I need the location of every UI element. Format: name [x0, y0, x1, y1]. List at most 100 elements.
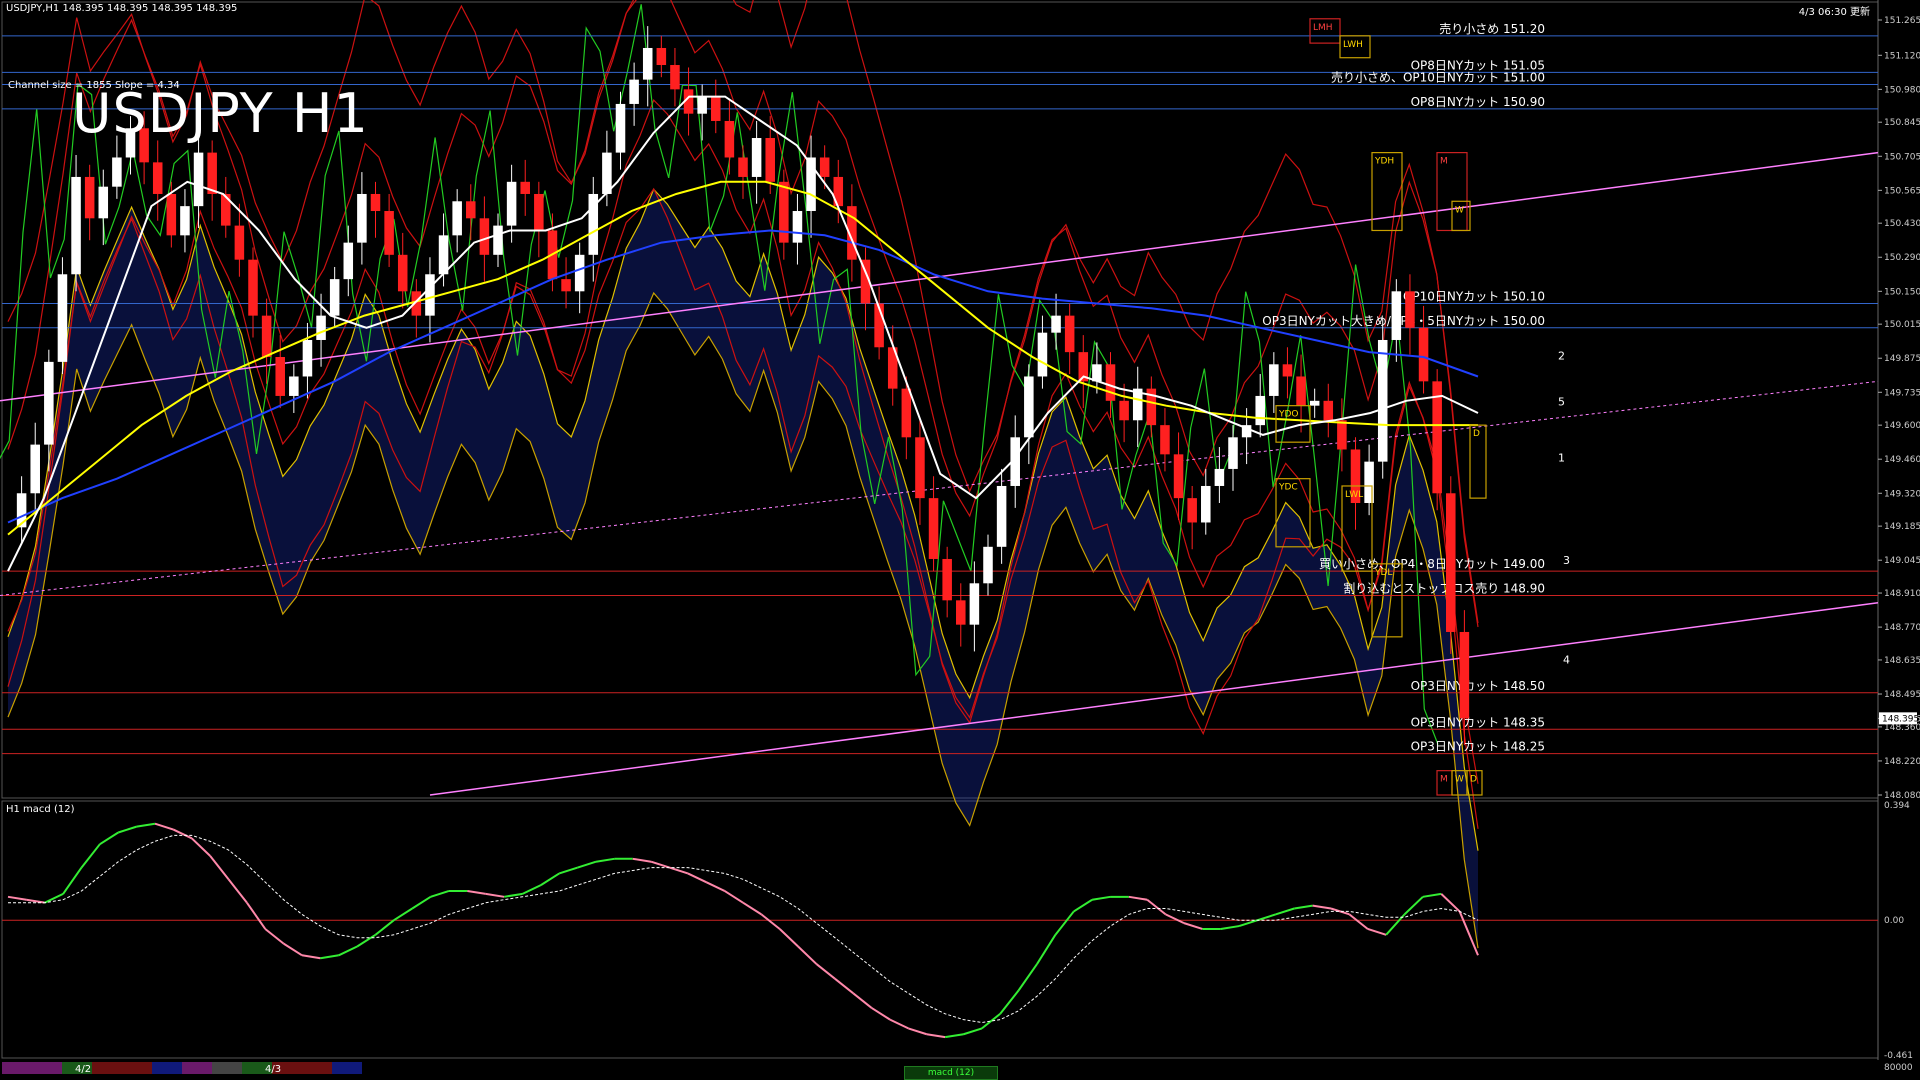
candle-body — [1323, 400, 1334, 421]
macd-segment — [301, 954, 321, 960]
tick-label: 150.150 — [1884, 287, 1920, 297]
macd-segment — [687, 872, 707, 884]
macd-segment — [1220, 925, 1240, 930]
macd-segment — [1091, 895, 1111, 901]
candle-body — [57, 274, 68, 362]
candle-body — [397, 254, 408, 292]
candle-body — [656, 47, 667, 66]
level-label: OP3日NYカット 148.25 — [1411, 740, 1545, 754]
candle-body — [343, 242, 354, 280]
tick-label: 148.360 — [1884, 723, 1920, 733]
time-strip-segment — [182, 1062, 212, 1074]
candle-body — [1459, 631, 1470, 719]
macd-segment — [815, 963, 836, 980]
tick-label: 151.120 — [1884, 51, 1920, 61]
macd-plot: 0.394 0.00 -0.461 80000 — [2, 801, 1913, 1073]
macd-segment — [264, 928, 285, 945]
candle-body — [98, 186, 109, 219]
candle-body — [1187, 498, 1197, 523]
macd-segment — [632, 857, 652, 863]
range-box-label: YDO — [1278, 410, 1299, 420]
range-box-label: W — [1455, 205, 1464, 215]
macd-segment — [705, 881, 726, 892]
candle-body — [425, 274, 435, 316]
macd-label: H1 macd (12) — [6, 804, 75, 815]
macd-segment — [172, 828, 193, 840]
candle-body — [956, 600, 966, 625]
macd-tab[interactable]: macd (12) — [904, 1066, 998, 1080]
candle-body — [1037, 332, 1048, 377]
macd-segment — [963, 1027, 983, 1036]
candle-body — [289, 376, 299, 396]
candle-body — [901, 388, 912, 438]
macd-segment — [1073, 898, 1093, 913]
tick-label: 150.845 — [1884, 118, 1920, 128]
range-box-label: YDH — [1374, 157, 1394, 167]
chart-title: USDJPY H1 — [72, 82, 369, 145]
candle-body — [928, 498, 939, 559]
range-box-label: YDC — [1278, 483, 1298, 493]
level-label: 買い小さめ、OP4・8日NYカット 149.00 — [1319, 557, 1545, 571]
candle-body — [370, 193, 381, 212]
candle-body — [574, 254, 585, 292]
time-strip-segment — [92, 1062, 122, 1074]
candle-body — [71, 176, 81, 275]
tick-label: 149.600 — [1884, 421, 1920, 431]
candle-body — [1418, 327, 1429, 382]
level-label: OP3日NYカット 148.35 — [1411, 715, 1545, 729]
macd-segment — [191, 837, 211, 857]
candle-body — [1064, 315, 1075, 353]
candle-body — [751, 138, 762, 177]
macd-segment — [852, 992, 873, 1009]
macd-scale-bottom: 80000 — [1884, 1063, 1913, 1073]
candle-body — [329, 279, 340, 316]
candle-body — [1092, 364, 1102, 382]
candle-body — [724, 120, 735, 158]
candle-body — [1214, 468, 1225, 486]
candle-body — [275, 357, 285, 396]
macd-segment — [522, 884, 542, 895]
time-label: 4/2 — [75, 1064, 91, 1075]
level-label: 売り小さめ 151.20 — [1439, 21, 1545, 36]
tick-label: 150.015 — [1884, 320, 1920, 330]
candle-body — [193, 152, 204, 207]
candle-body — [152, 162, 163, 194]
macd-segment — [779, 928, 799, 948]
macd-segment — [338, 945, 358, 957]
tick-label: 150.430 — [1884, 219, 1920, 229]
macd-segment — [1440, 893, 1461, 913]
macd-segment — [577, 860, 597, 869]
tick-label: 149.185 — [1884, 522, 1920, 532]
candle-body — [44, 361, 54, 445]
macd-segment — [595, 857, 615, 863]
candle-body — [1391, 291, 1402, 340]
macd-segment — [1275, 907, 1295, 916]
macd-segment — [209, 855, 230, 880]
macd-segment — [1257, 913, 1277, 922]
macd-segment — [154, 822, 174, 831]
candle-body — [942, 558, 952, 601]
tick-label: 149.320 — [1884, 489, 1920, 499]
channel-label: 4 — [1563, 654, 1570, 667]
candle-body — [316, 315, 326, 340]
candle-body — [1201, 485, 1211, 523]
macd-segment — [650, 860, 670, 869]
range-box-label: M — [1440, 775, 1448, 785]
tick-label: 148.220 — [1884, 757, 1920, 767]
candle-body — [1228, 437, 1238, 469]
macd-segment — [981, 1012, 1001, 1030]
candle-body — [983, 546, 993, 584]
candle-body — [792, 211, 803, 243]
macd-segment — [1348, 913, 1369, 930]
macd-segment — [1054, 910, 1075, 936]
macd-segment — [1367, 928, 1387, 936]
range-box-label: LMH — [1313, 23, 1333, 33]
macd-segment — [1017, 963, 1038, 991]
candle-body — [670, 65, 680, 90]
macd-segment — [1238, 919, 1258, 928]
macd-segment — [7, 895, 27, 901]
candle-body — [84, 176, 95, 219]
macd-segment — [374, 919, 395, 936]
candle-body — [438, 235, 449, 275]
macd-segment — [760, 913, 781, 930]
